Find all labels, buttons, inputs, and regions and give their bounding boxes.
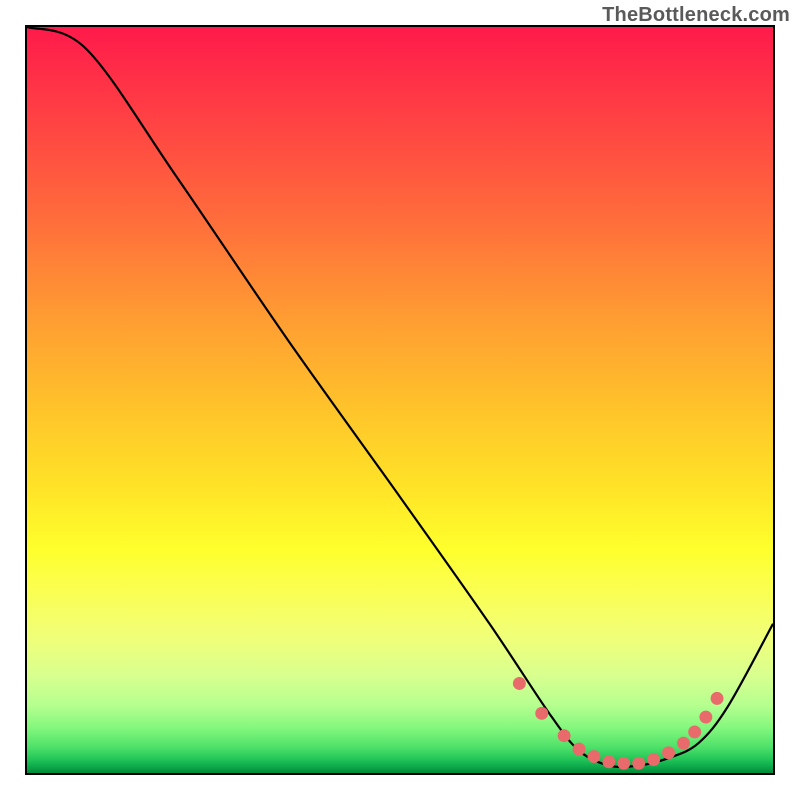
curve-layer [27, 27, 773, 773]
highlight-dot [688, 726, 701, 739]
highlight-dot [617, 757, 630, 770]
highlight-dot [711, 692, 724, 705]
highlight-dot [662, 746, 675, 759]
highlight-dot [699, 711, 712, 724]
highlight-dots-group [513, 677, 724, 770]
highlight-dot [677, 737, 690, 750]
highlight-dot [632, 757, 645, 770]
highlight-dot [513, 677, 526, 690]
highlight-dot [647, 753, 660, 766]
highlight-dot [558, 729, 571, 742]
highlight-dot [573, 743, 586, 756]
bottleneck-curve-path [27, 27, 773, 767]
watermark-text: TheBottleneck.com [602, 4, 790, 27]
chart-container: TheBottleneck.com [0, 0, 800, 800]
highlight-dot [602, 755, 615, 768]
highlight-dot [535, 707, 548, 720]
highlight-dot [587, 750, 600, 763]
plot-area [25, 25, 775, 775]
